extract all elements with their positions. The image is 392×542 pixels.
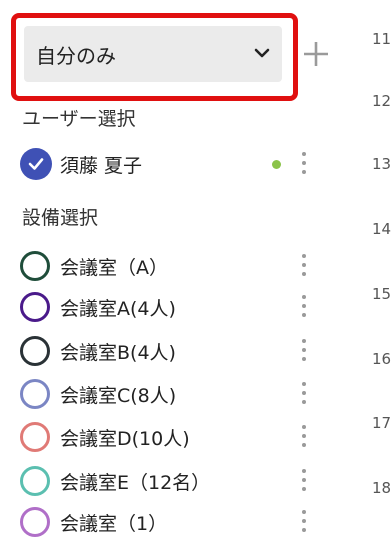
equipment-row[interactable]: 会議室（1）: [0, 502, 330, 542]
add-icon[interactable]: [300, 38, 332, 70]
check-icon: [28, 158, 44, 170]
calendar-color-circle[interactable]: [20, 336, 50, 366]
more-vert-icon[interactable]: [296, 152, 312, 176]
hour-label: 18: [372, 479, 392, 497]
hour-label: 17: [372, 414, 392, 432]
hour-label: 13: [372, 155, 392, 173]
equipment-row[interactable]: 会議室A(4人): [0, 287, 330, 327]
more-vert-icon[interactable]: [296, 469, 312, 493]
status-dot: [272, 160, 281, 169]
calendar-color-circle[interactable]: [20, 422, 50, 452]
more-vert-icon[interactable]: [296, 339, 312, 363]
equipment-row[interactable]: 会議室E（12名）: [0, 461, 330, 501]
hour-label: 14: [372, 220, 392, 238]
hour-label: 11: [372, 30, 392, 48]
equipment-row[interactable]: 会議室C(8人): [0, 374, 330, 414]
calendar-color-circle[interactable]: [20, 292, 50, 322]
equipment-label: 会議室（A）: [60, 256, 168, 279]
scope-select-value: 自分のみ: [36, 43, 116, 68]
equipment-label: 会議室E（12名）: [60, 471, 211, 494]
equipment-label: 会議室（1）: [60, 512, 168, 535]
equipment-label: 会議室B(4人): [60, 341, 176, 364]
chevron-down-icon: [254, 48, 270, 58]
equipment-label: 会議室C(8人): [60, 384, 177, 407]
more-vert-icon[interactable]: [296, 295, 312, 319]
more-vert-icon[interactable]: [296, 510, 312, 534]
user-name: 須藤 夏子: [60, 154, 143, 177]
scope-select[interactable]: 自分のみ: [24, 26, 282, 82]
equipment-section-title: 設備選択: [22, 207, 99, 229]
calendar-color-circle[interactable]: [20, 379, 50, 409]
hour-label: 15: [372, 285, 392, 303]
hour-label: 16: [372, 350, 392, 368]
equipment-row[interactable]: 会議室（A）: [0, 246, 330, 286]
more-vert-icon[interactable]: [296, 382, 312, 406]
equipment-row[interactable]: 会議室D(10人): [0, 417, 330, 457]
user-row[interactable]: 須藤 夏子: [0, 144, 330, 184]
equipment-label: 会議室D(10人): [60, 427, 190, 450]
calendar-color-circle[interactable]: [20, 507, 50, 537]
user-section-title: ユーザー選択: [22, 108, 136, 130]
calendar-color-circle[interactable]: [20, 466, 50, 496]
calendar-color-circle[interactable]: [20, 251, 50, 281]
more-vert-icon[interactable]: [296, 254, 312, 278]
equipment-row[interactable]: 会議室B(4人): [0, 331, 330, 371]
equipment-label: 会議室A(4人): [60, 297, 176, 320]
hour-label: 12: [372, 92, 392, 110]
checkbox-checked[interactable]: [20, 148, 52, 180]
more-vert-icon[interactable]: [296, 425, 312, 449]
